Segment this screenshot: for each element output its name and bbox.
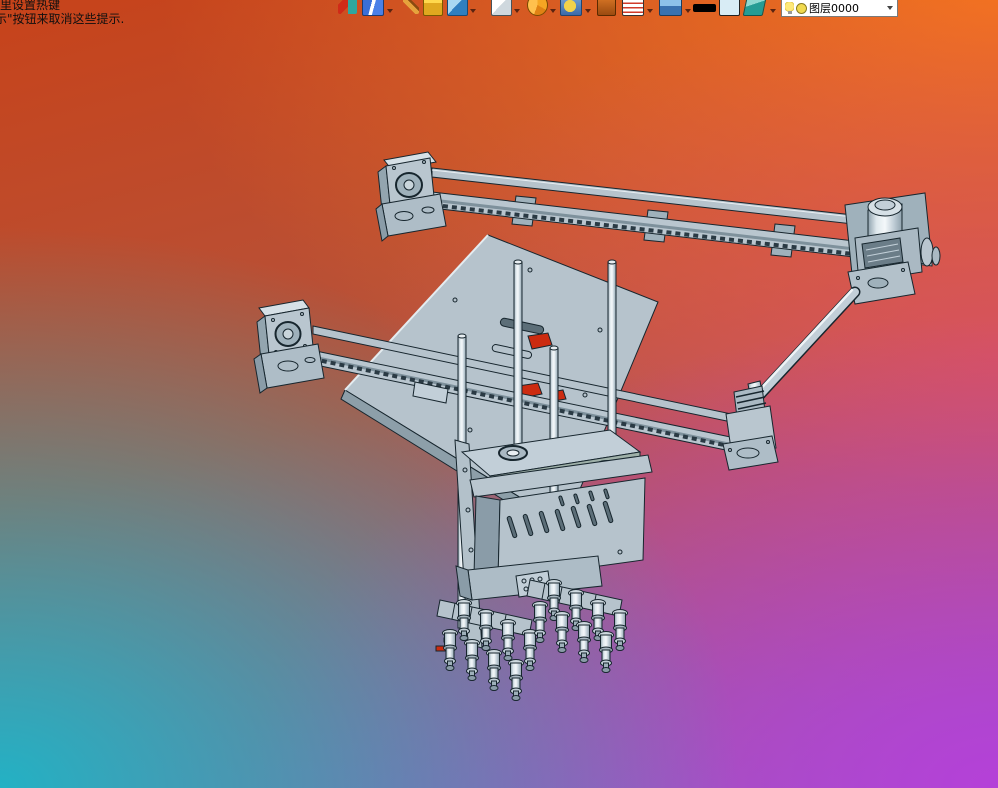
blue-cube-icon[interactable] — [447, 0, 468, 16]
render-view-icon[interactable] — [560, 0, 582, 16]
exit-door-icon[interactable] — [338, 0, 357, 14]
yellow-box-icon[interactable] — [423, 0, 443, 16]
color-swatch[interactable] — [719, 0, 740, 16]
cad-model[interactable] — [0, 0, 998, 788]
chevron-down-icon[interactable] — [769, 6, 777, 14]
chevron-down-icon[interactable] — [584, 6, 592, 14]
chevron-down-icon[interactable] — [386, 6, 394, 14]
coupling-block-lower-right[interactable] — [722, 380, 779, 471]
chevron-down-icon[interactable] — [684, 6, 692, 14]
drawing-sheet-icon[interactable] — [622, 0, 644, 16]
chevron-down-icon[interactable] — [513, 6, 521, 14]
white-cube-icon[interactable] — [491, 0, 512, 16]
notebook-icon[interactable] — [362, 0, 384, 16]
layer-selector[interactable]: 图层0000 — [781, 0, 898, 17]
chevron-down-icon[interactable] — [549, 6, 557, 14]
combo-dropdown-arrow[interactable] — [885, 0, 896, 16]
chevron-down-icon[interactable] — [646, 6, 654, 14]
model-viewport — [0, 0, 998, 788]
material-icon[interactable] — [597, 0, 616, 16]
pie-wedge-icon[interactable] — [527, 0, 548, 16]
layer-color-icon — [796, 2, 807, 14]
display-settings-icon[interactable] — [659, 0, 682, 16]
toolbar: 图层0000 — [0, 0, 998, 17]
chevron-down-icon[interactable] — [469, 6, 477, 14]
layer-selector-value: 图层0000 — [809, 2, 859, 15]
motor-top-left[interactable] — [375, 151, 447, 242]
layers-icon[interactable] — [742, 0, 768, 16]
motor-mid-left[interactable] — [253, 299, 325, 394]
drive-shaft[interactable] — [751, 286, 861, 404]
pen-icon[interactable] — [403, 0, 419, 14]
line-width-swatch[interactable] — [693, 4, 716, 12]
motor-assembly-right[interactable] — [844, 192, 941, 305]
bulb-icon — [785, 2, 794, 14]
